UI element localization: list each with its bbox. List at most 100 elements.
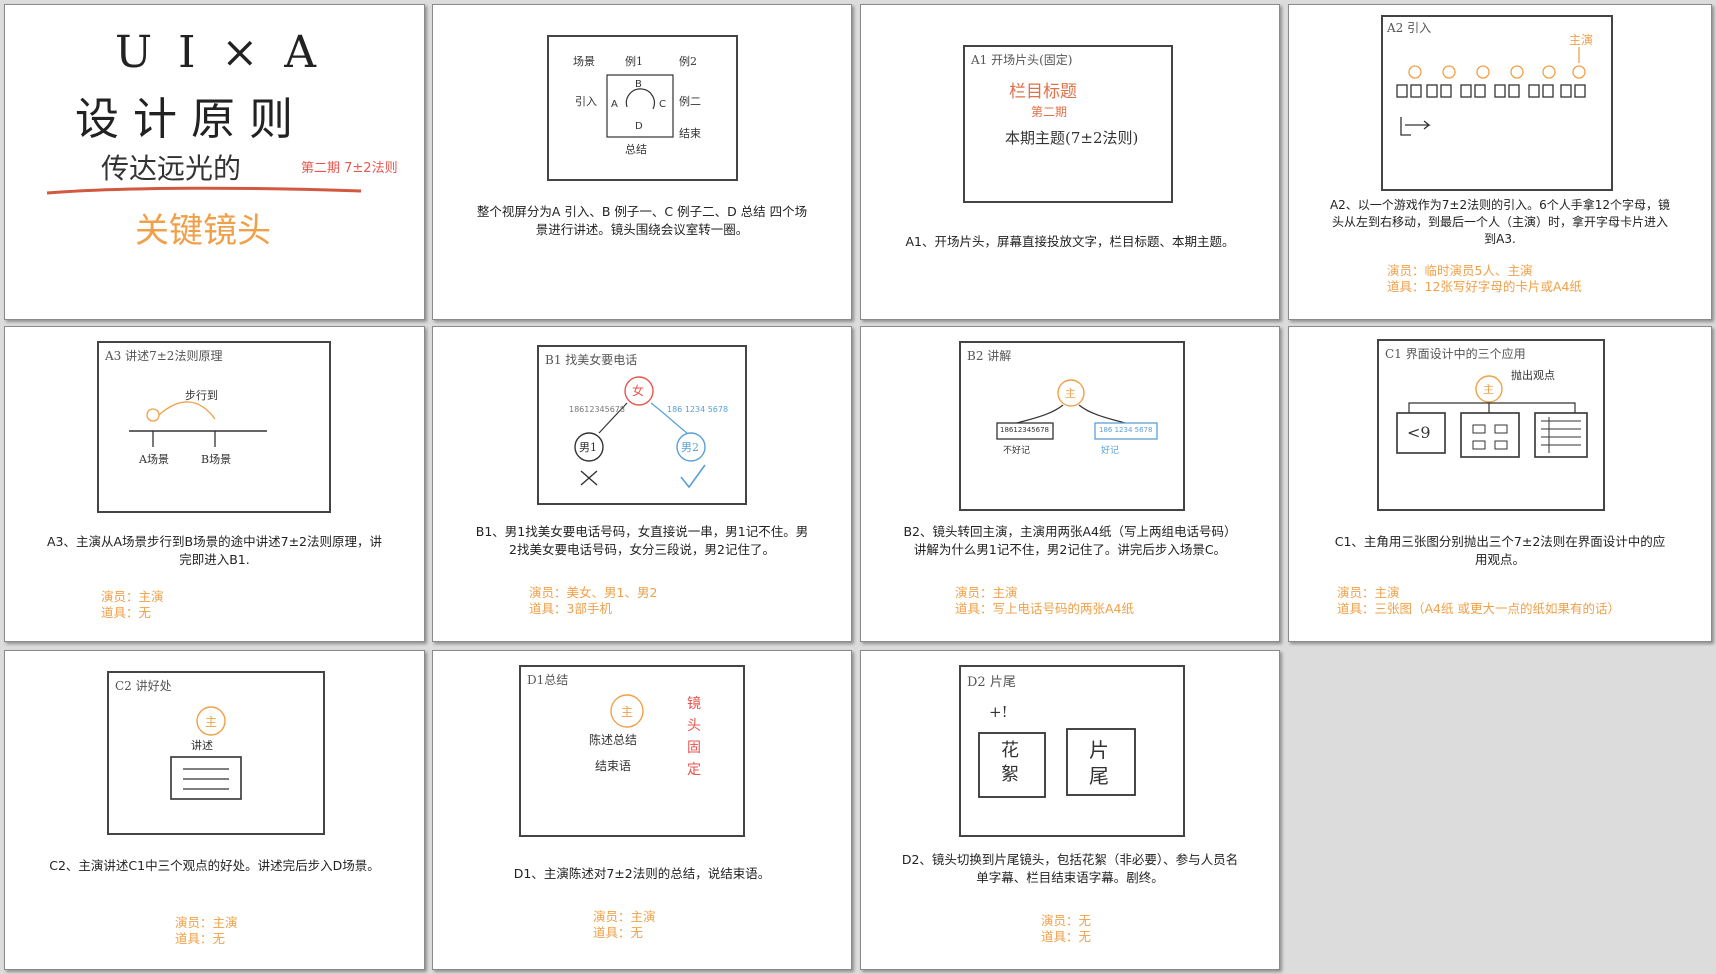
scene-actors: 演员：主演 bbox=[175, 915, 238, 930]
sketch-label: 186 1234 5678 bbox=[1099, 426, 1153, 434]
scene-props: 道具：三张图（A4纸 或更大一点的纸如果有的话） bbox=[1337, 601, 1620, 616]
sketch-label: 女 bbox=[632, 384, 645, 398]
storyboard-sketch: B1 找美女要电话 女 男1 男2 18612345678 186 1234 5… bbox=[537, 345, 747, 505]
scene-meta: 演员：主演 道具：无 bbox=[175, 915, 238, 947]
scene-meta: 演员：临时演员5人、主演 道具：12张写好字母的卡片或A4纸 bbox=[1387, 263, 1582, 295]
sketch-heading: C2 讲好处 bbox=[115, 679, 172, 693]
sketch-label: 主 bbox=[1483, 383, 1494, 396]
scene-caption: 整个视屏分为A 引入、B 例子一、C 例子二、D 总结 四个场景进行讲述。镜头围… bbox=[476, 204, 808, 237]
sketch-label: 片尾 bbox=[1089, 738, 1109, 788]
scene-props: 道具：无 bbox=[101, 605, 152, 620]
card-overview: 场景 例1 例2 引入 例二 结束 总结 A B C D 整个视屏分为A 引入、… bbox=[432, 4, 852, 320]
card-cover: U I × A 设 计 原 则 传达远光的 第二期 7±2法则 关键镜头 bbox=[4, 4, 425, 320]
storyboard-sketch: D1总结 主 陈述总结 结束语 镜头固定 bbox=[519, 665, 745, 837]
sketch-label: 男1 bbox=[579, 441, 597, 454]
scene-actors: 演员：主演 bbox=[101, 589, 164, 604]
sketch-label: 例二 bbox=[679, 95, 701, 108]
sketch-label: 主 bbox=[205, 715, 218, 729]
scene-actors: 演员：美女、男1、男2 bbox=[529, 585, 658, 600]
sketch-label: 陈述总结 bbox=[589, 733, 638, 747]
sketch-label: 例2 bbox=[679, 55, 697, 68]
scene-props: 道具：无 bbox=[1041, 929, 1092, 944]
sketch-label: 结束 bbox=[679, 127, 701, 140]
scene-caption: C2、主演讲述C1中三个观点的好处。讲述完后步入D场景。 bbox=[49, 858, 380, 873]
card-d2: D2 片尾 +! 花絮 片尾 D2、镜头切换到片尾镜头，包括花絮（非必要）、参与… bbox=[860, 650, 1280, 970]
scene-props: 道具：无 bbox=[593, 925, 644, 940]
scene-props: 道具：3部手机 bbox=[529, 601, 612, 616]
sketch-label: 18612345678 bbox=[569, 405, 625, 414]
scene-caption: D1、主演陈述对7±2法则的总结，说结束语。 bbox=[513, 866, 771, 881]
sketch-label: 例1 bbox=[625, 55, 643, 68]
sketch-label: 栏目标题 bbox=[1009, 82, 1077, 102]
sketch-label: 第二期 bbox=[1031, 105, 1068, 119]
scene-props: 道具：写上电话号码的两张A4纸 bbox=[955, 601, 1135, 616]
scene-actors: 演员：主演 bbox=[1337, 585, 1400, 600]
sketch-heading: B1 找美女要电话 bbox=[545, 353, 638, 367]
scene-meta: 演员：无 道具：无 bbox=[1041, 913, 1091, 945]
scene-caption: A3、主演从A场景步行到B场景的途中讲述7±2法则原理，讲完即进入B1. bbox=[46, 534, 382, 567]
storyboard-sketch: C1 界面设计中的三个应用 主 抛出观点 <9 bbox=[1377, 339, 1605, 511]
cover-underline bbox=[46, 186, 362, 195]
card-a3: A3 讲述7±2法则原理 步行到 A场景 B场景 A3、主演从A场景步行到B场景… bbox=[4, 326, 425, 642]
sketch-label: 引入 bbox=[575, 95, 597, 108]
card-d1: D1总结 主 陈述总结 结束语 镜头固定 D1、主演陈述对7±2法则的总结，说结… bbox=[432, 650, 852, 970]
card-c2: C2 讲好处 主 讲述 C2、主演讲述C1中三个观点的好处。讲述完后步入D场景。… bbox=[4, 650, 425, 970]
scene-caption: A1、开场片头，屏幕直接投放文字，栏目标题、本期主题。 bbox=[905, 234, 1235, 249]
scene-caption: A2、以一个游戏作为7±2法则的引入。6个人手拿12个字母，镜头从左到右移动，到… bbox=[1329, 198, 1671, 246]
sketch-label: 18612345678 bbox=[1000, 426, 1049, 434]
sketch-label: A场景 bbox=[139, 453, 169, 466]
storyboard-sketch: C2 讲好处 主 讲述 bbox=[107, 671, 325, 835]
sketch-label: 场景 bbox=[573, 55, 595, 68]
sketch-heading: B2 讲解 bbox=[967, 349, 1012, 363]
sketch-label: 讲述 bbox=[191, 739, 213, 752]
scene-actors: 演员：主演 bbox=[955, 585, 1018, 600]
storyboard-sketch: D2 片尾 +! 花絮 片尾 bbox=[959, 665, 1185, 837]
sketch-heading: D1总结 bbox=[527, 673, 569, 687]
cover-subtitle: 关键镜头 bbox=[135, 211, 271, 251]
sketch-label: 抛出观点 bbox=[1511, 369, 1555, 382]
scene-actors: 演员：无 bbox=[1041, 913, 1092, 928]
sketch-label: 好记 bbox=[1101, 446, 1120, 456]
scene-meta: 演员：主演 道具：无 bbox=[101, 589, 164, 621]
sketch-label: 主演 bbox=[1569, 33, 1594, 47]
scene-caption: C1、主角用三张图分别抛出三个7±2法则在界面设计中的应用观点。 bbox=[1334, 534, 1666, 567]
sketch-label: B场景 bbox=[201, 453, 232, 466]
scene-meta: 演员：主演 道具：写上电话号码的两张A4纸 bbox=[955, 585, 1134, 617]
sketch-label: 186 1234 5678 bbox=[667, 405, 729, 414]
scene-caption: B2、镜头转回主演，主演用两张A4纸（写上两组电话号码）讲解为什么男1记不住，男… bbox=[903, 524, 1237, 557]
card-a1: A1 开场片头(固定) 栏目标题 第二期 本期主题(7±2法则) A1、开场片头… bbox=[860, 4, 1280, 320]
storyboard-sketch: 场景 例1 例2 引入 例二 结束 总结 A B C D bbox=[547, 35, 738, 181]
scene-meta: 演员：主演 道具：无 bbox=[593, 909, 656, 941]
cover-title-line1: U I × A bbox=[115, 27, 323, 78]
sketch-label: 主 bbox=[621, 705, 634, 719]
sketch-label: 总结 bbox=[625, 143, 647, 156]
scene-meta: 演员：主演 道具：三张图（A4纸 或更大一点的纸如果有的话） bbox=[1337, 585, 1620, 617]
sketch-label: 花絮 bbox=[1001, 740, 1019, 785]
sketch-heading: A1 开场片头(固定) bbox=[971, 53, 1073, 67]
sketch-label: <9 bbox=[1407, 423, 1431, 442]
sketch-label: 镜头固定 bbox=[687, 696, 701, 778]
storyboard-sketch: B2 讲解 主 18612345678 186 1234 5678 不好记 好记 bbox=[959, 341, 1185, 511]
sketch-label: B bbox=[635, 79, 642, 90]
sketch-label: 本期主题(7±2法则) bbox=[1005, 129, 1139, 147]
sketch-label: 结束语 bbox=[595, 759, 632, 773]
scene-caption: B1、男1找美女要电话号码，女直接说一串，男1记不住。男2找美女要电话号码，女分… bbox=[475, 524, 809, 557]
storyboard-sketch: A1 开场片头(固定) 栏目标题 第二期 本期主题(7±2法则) bbox=[963, 45, 1173, 203]
sketch-heading: C1 界面设计中的三个应用 bbox=[1385, 347, 1526, 361]
scene-actors: 演员：临时演员5人、主演 bbox=[1387, 263, 1533, 278]
storyboard-sketch: A2 引入 主演 bbox=[1381, 15, 1613, 191]
card-b1: B1 找美女要电话 女 男1 男2 18612345678 186 1234 5… bbox=[432, 326, 852, 642]
scene-meta: 演员：美女、男1、男2 道具：3部手机 bbox=[529, 585, 657, 617]
scene-props: 道具：无 bbox=[175, 931, 226, 946]
card-b2: B2 讲解 主 18612345678 186 1234 5678 不好记 好记… bbox=[860, 326, 1280, 642]
sketch-heading: A2 引入 bbox=[1387, 21, 1432, 35]
sketch-label: +! bbox=[989, 703, 1008, 721]
sketch-heading: A3 讲述7±2法则原理 bbox=[105, 349, 223, 363]
sketch-label: C bbox=[659, 99, 666, 110]
sketch-heading: D2 片尾 bbox=[967, 675, 1016, 690]
sketch-label: 主 bbox=[1065, 387, 1076, 400]
scene-props: 道具：12张写好字母的卡片或A4纸 bbox=[1387, 279, 1582, 294]
cover-title-line3: 传达远光的 bbox=[101, 152, 242, 185]
card-c1: C1 界面设计中的三个应用 主 抛出观点 <9 C1、主角用三张图分别抛出三个7… bbox=[1288, 326, 1712, 642]
scene-actors: 演员：主演 bbox=[593, 909, 656, 924]
